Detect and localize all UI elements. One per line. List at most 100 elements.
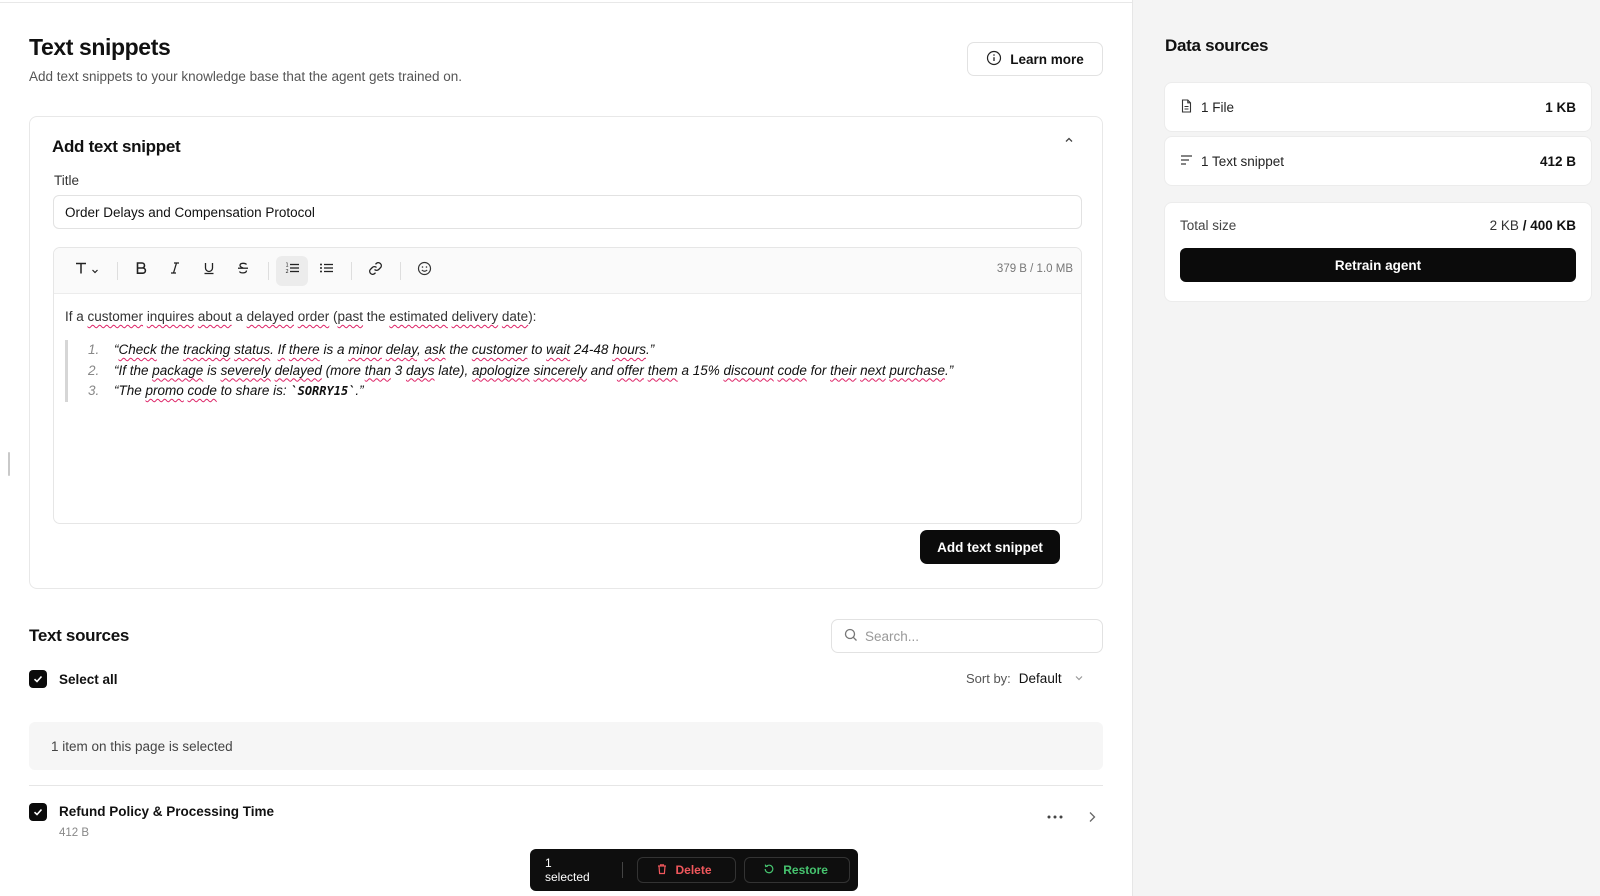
info-icon [986, 50, 1002, 69]
underline-button[interactable] [193, 256, 225, 286]
bold-button[interactable] [125, 256, 157, 286]
total-separator: / [1518, 218, 1531, 233]
spellcheck-word: tracking [183, 342, 231, 357]
text-run: the [363, 309, 390, 324]
retrain-agent-button[interactable]: Retrain agent [1180, 248, 1576, 282]
text-run: is a [319, 342, 349, 357]
text-run: If a [65, 309, 88, 324]
title-input[interactable] [53, 195, 1082, 229]
text-sources-heading: Text sources [29, 626, 130, 645]
chevron-down-icon [1074, 671, 1084, 686]
text-run: . [270, 342, 278, 357]
item-name: Refund Policy & Processing Time [59, 804, 275, 819]
spellcheck-word: inquires [146, 309, 195, 324]
toolbar-separator [351, 261, 352, 280]
sort-dropdown[interactable]: Sort by: Default [966, 671, 1084, 686]
data-sources-sidebar: Data sources 1 File 1 KB 1 Text snippet … [1132, 0, 1600, 896]
text-style-icon [74, 261, 88, 280]
spellcheck-word: about [197, 309, 232, 324]
bullet-list-button[interactable] [310, 256, 342, 286]
toolbar-separator [117, 261, 118, 280]
emoji-button[interactable] [408, 256, 440, 286]
learn-more-button[interactable]: Learn more [967, 42, 1103, 76]
list-number: 2. [88, 362, 100, 378]
list-item-text: “If the package is severely delayed (mor… [114, 361, 953, 382]
search-icon [844, 628, 858, 645]
text-run: a [231, 309, 247, 324]
spellcheck-word: purchase [889, 362, 945, 378]
page-subtitle: Add text snippets to your knowledge base… [29, 69, 463, 84]
list-item-text: “The promo code to share is: `SORRY15`.” [114, 381, 364, 402]
trash-icon [656, 863, 668, 878]
file-icon [1180, 98, 1193, 116]
more-horizontal-icon [1047, 815, 1063, 819]
add-text-snippet-button[interactable]: Add text snippet [920, 530, 1060, 564]
editor-paragraph: If a customer inquires about a delayed o… [65, 308, 1070, 326]
main-panel: Text snippets Add text snippets to your … [0, 0, 1132, 896]
text-run: (more [321, 362, 365, 378]
select-all-label: Select all [59, 671, 118, 687]
chevron-down-icon [91, 262, 99, 280]
spellcheck-word: apologize [472, 362, 530, 378]
spellcheck-word: sincerely [533, 362, 587, 378]
svg-text:1: 1 [285, 263, 288, 269]
text-snippets-label: 1 Text snippet [1201, 153, 1285, 169]
text-run: “If the [114, 362, 153, 378]
italic-icon [168, 261, 182, 280]
restore-icon [763, 863, 775, 878]
total-size-label: Total size [1180, 218, 1237, 233]
title-label: Title [54, 173, 80, 188]
add-snippet-card: Add text snippet Title Order Delays and … [29, 116, 1103, 589]
rich-text-editor[interactable]: 12 379 B / 1.0 MB If a customer inquires… [53, 247, 1082, 524]
text-run: 24-48 [570, 342, 613, 357]
spellcheck-word: code [777, 362, 807, 378]
text-run: for [806, 362, 831, 378]
files-size: 1 KB [1545, 99, 1576, 115]
toolbar-separator [268, 261, 269, 280]
more-options-button[interactable] [1043, 808, 1067, 826]
spellcheck-word: estimated [389, 309, 448, 324]
restore-button[interactable]: Restore [744, 857, 851, 883]
text-run: to [527, 342, 547, 357]
italic-button[interactable] [159, 256, 191, 286]
text-run: to share is: [216, 383, 291, 398]
chevron-up-icon [1063, 133, 1075, 151]
select-all-checkbox[interactable] [29, 670, 47, 688]
spellcheck-word: Check [118, 342, 157, 357]
text-run: and [586, 362, 617, 378]
select-all[interactable]: Select all [29, 670, 118, 688]
list-number: 1. [88, 342, 100, 357]
total-size-card: Total size 2 KB / 400 KB Retrain agent [1164, 202, 1592, 302]
spellcheck-word: days [405, 362, 435, 378]
spellcheck-word: minor [348, 342, 382, 357]
text-style-dropdown[interactable] [64, 256, 108, 286]
spellcheck-word: there [288, 342, 320, 357]
item-checkbox[interactable] [29, 803, 47, 821]
resize-handle[interactable] [8, 452, 10, 476]
text-snippets-size: 412 B [1539, 153, 1576, 169]
text-run: the [445, 342, 472, 357]
spellcheck-word: past [337, 309, 364, 324]
total-used: 2 KB [1489, 218, 1519, 233]
text-run: , [417, 342, 425, 357]
spellcheck-word: delayed [246, 309, 294, 324]
collapse-button[interactable] [1058, 131, 1080, 153]
size-indicator: 379 B / 1.0 MB [996, 263, 1073, 275]
delete-button[interactable]: Delete [636, 857, 737, 883]
editor-content[interactable]: If a customer inquires about a delayed o… [54, 294, 1081, 416]
spellcheck-word: delivery [451, 309, 499, 324]
list-item[interactable]: Refund Policy & Processing Time 412 B [29, 800, 1103, 850]
spellcheck-word: status [234, 342, 271, 357]
strikethrough-button[interactable] [227, 256, 259, 286]
bulk-bar-separator [621, 862, 623, 878]
open-item-button[interactable] [1083, 808, 1101, 826]
ordered-list-button[interactable]: 12 [276, 255, 308, 286]
text-run: is [203, 362, 221, 378]
link-button[interactable] [359, 256, 391, 286]
list-item-text: “Check the tracking status. If there is … [114, 340, 654, 361]
spellcheck-word: ask [424, 342, 446, 357]
restore-label: Restore [783, 863, 828, 877]
text-lines-icon [1180, 154, 1193, 169]
total-size-value: 2 KB / 400 KB [1490, 218, 1576, 233]
search-field[interactable]: Search... [831, 619, 1103, 653]
